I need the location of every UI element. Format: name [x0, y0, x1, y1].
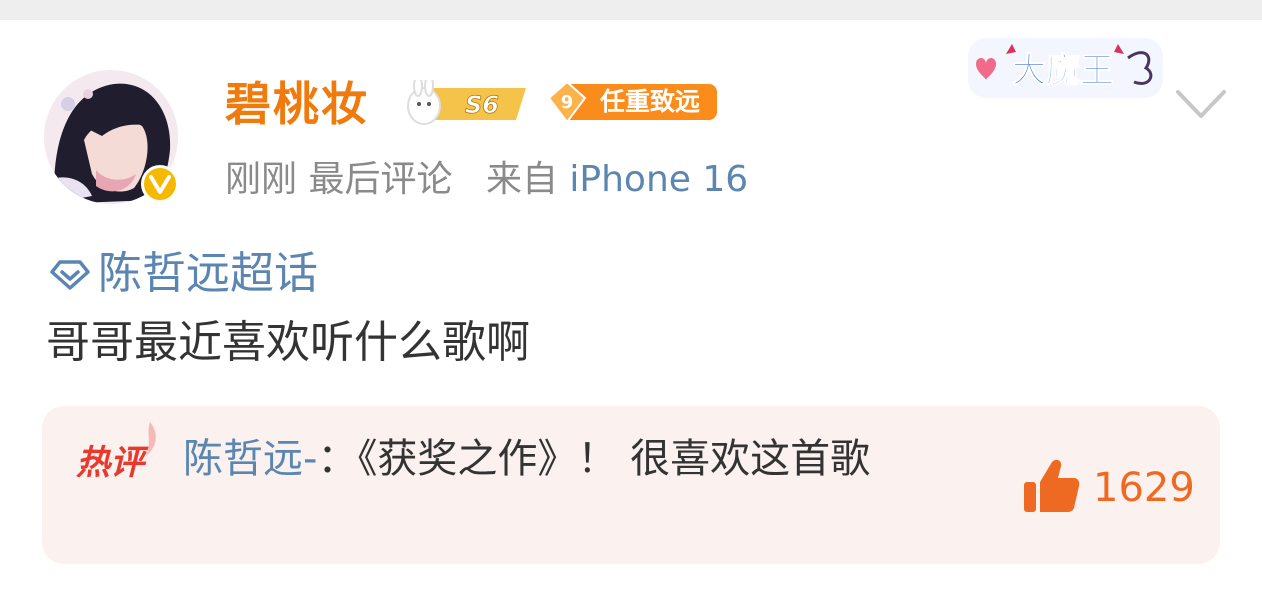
super-topic-icon [50, 260, 90, 290]
demon-king-decoration: 大魔王 [968, 38, 1163, 98]
chevron-down-icon[interactable] [1172, 84, 1230, 124]
post-text: 哥哥最近喜欢听什么歌啊 [46, 317, 530, 368]
like-count: 1629 [1093, 465, 1195, 511]
hot-comment-tag-label: 热评 [76, 443, 149, 483]
post-time: 刚刚 [225, 159, 298, 200]
device-name[interactable]: iPhone 16 [569, 159, 748, 200]
super-topic-link[interactable]: 陈哲远超话 [46, 246, 318, 302]
top-bar [0, 0, 1262, 20]
super-topic-label: 陈哲远超话 [98, 248, 318, 299]
hot-comment-separator: ： [317, 436, 358, 482]
fan-level-number: 9 [561, 92, 574, 113]
verified-v-icon [141, 165, 179, 203]
level-badge-label: S6 [465, 91, 499, 119]
hot-comment-body: 《获奖之作》！ 很喜欢这首歌 [357, 436, 871, 482]
post-meta: 刚刚 最后评论 来自 iPhone 16 [225, 155, 748, 205]
source-label: 来自 [485, 159, 558, 200]
hot-comment-text: 陈哲远-：《获奖之作》！ 很喜欢这首歌 [183, 432, 1003, 486]
username[interactable]: 碧桃妆 [225, 74, 369, 134]
level-badge-icon: S6 [407, 80, 526, 125]
hot-comment-author[interactable]: 陈哲远- [183, 436, 317, 482]
last-comment-label: 最后评论 [308, 159, 453, 200]
fan-badge-label: 任重致远 [600, 87, 701, 116]
thumbs-up-icon[interactable] [1022, 458, 1080, 514]
hot-comment-tag-icon: 热评 [76, 422, 156, 483]
demon-king-text: 大魔王 [1012, 51, 1114, 91]
